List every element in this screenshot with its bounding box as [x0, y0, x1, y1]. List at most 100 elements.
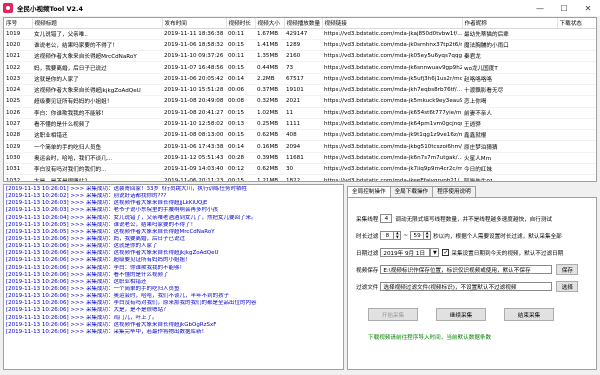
table-cell: 2019-11-10 15:51:28 [162, 84, 226, 97]
column-header[interactable]: 视频标题 [32, 18, 163, 29]
table-row[interactable]: 1025 超级要见证所有妈妈的小姐姐！ 2019-11-08 20:49:08 00:… [4, 95, 596, 108]
table-cell: 1289 [284, 39, 322, 52]
duration-max-input[interactable]: 59 [410, 231, 425, 240]
table-cell: 0.62MB [255, 163, 284, 176]
table-row[interactable]: 1031 李白没有吗对我们的我们的... 2019-11-09 14:03:40 00… [4, 163, 596, 176]
table-row[interactable]: 1019 女儿说错了，父亲唯.. 2019-11-11 18:36:38 00:11 1… [4, 28, 596, 40]
duration-max-stepper[interactable]: ▲ ▼ [424, 231, 432, 240]
table-cell: 11681 [284, 152, 322, 165]
log-line: [2019-11-13 10:26:03] >>> 采集成功：老爷子说小东院里的… [6, 207, 219, 214]
table-cell: 李白：你谁欺我我的不能够！ [32, 107, 162, 119]
table-row[interactable]: 1027 看不懂的是什么视频了 2019-11-10 12:58:02 00:13 0.… [4, 118, 596, 131]
log-line: [2019-11-13 10:26:06] >>> 采集成功：这视频作者大象来自… [6, 321, 217, 328]
select-button[interactable]: 选择 [556, 281, 579, 292]
column-header[interactable]: 作者昵称 [462, 18, 558, 29]
table-cell: https://vd3.bdstatic.com/mda-jkaj850d0tv… [322, 28, 462, 40]
table-cell [557, 129, 596, 142]
table-cell: https://vd3.bdstatic.com/mda-jkbg510tcsz… [322, 140, 462, 153]
table-cell: 1.35MB [255, 50, 284, 63]
table-cell: https://vd3.bdstatic.com/mda-jk5ufj3h6j1… [322, 73, 462, 85]
log-line: [2019-11-13 10:26:01] >>> 采集成功：送装寄回家！33岁… [6, 186, 248, 192]
table-cell [557, 28, 596, 40]
log-line: [2019-11-13 10:26:06] >>> 采集成功：李白没有吗对我们，… [6, 300, 257, 307]
table-row[interactable]: 1024 这视频作者大象来自长得超jkjkgZoAdQeU 2019-11-10 1… [4, 84, 596, 97]
table-cell: 十渡飘影看无尽 [462, 84, 557, 97]
pause-collect-button[interactable]: 继续采集 [436, 308, 486, 321]
table-cell: 00:14 [226, 140, 255, 153]
table-cell: 2160 [284, 50, 322, 63]
table-cell: 1029 [4, 140, 32, 153]
table-cell: 鑫鑫就棍 [462, 129, 557, 142]
duration-min-input[interactable]: 8 [380, 231, 395, 240]
table-cell: 00:06 [226, 84, 255, 97]
date-value: 2019年 9月 1日 [383, 250, 426, 257]
table-cell: 1022 [4, 61, 32, 74]
table-row[interactable]: 1029 一个简单的手的吃归人员鱼 2019-11-06 17:43:38 00:14… [4, 140, 596, 153]
table-cell [557, 39, 596, 52]
log-line: [2019-11-13 10:26:05] >>> 采集成功：这视频作者大象来自… [6, 228, 215, 235]
table-cell: 1030 [4, 152, 32, 165]
minimize-button[interactable]: — [528, 0, 552, 16]
table-cell: 1.02MB [255, 107, 284, 119]
duration-min-stepper[interactable]: ▲ ▼ [394, 231, 402, 240]
table-cell: https://vd3.bdstatic.com/mda-jk6n7s7m7ut… [322, 152, 462, 165]
maximize-button[interactable]: ☐ [552, 0, 576, 16]
log-line: [2019-11-13 10:26:06] >>> 采集成功：李白：你谁欺我我的… [6, 264, 186, 271]
log-line: [2019-11-13 10:26:05] >>> 采集成功：谁说老公，结果吗家… [6, 221, 197, 228]
start-collect-button[interactable]: 开始采集 [368, 308, 418, 321]
table-row[interactable]: 1021 这视频作者大象来自长得超MrcCdNaRoY 2019-11-10 09:… [4, 50, 596, 63]
table-cell: 这职业相错还 [32, 129, 162, 142]
table-cell: 00:15 [226, 61, 255, 74]
date-dropdown-icon[interactable]: ▼ [430, 248, 440, 257]
date-label: 日期过滤 [356, 250, 379, 257]
concurrency-input[interactable]: 4 [380, 214, 393, 223]
column-header[interactable]: 发布时间 [162, 18, 227, 29]
table-row[interactable]: 1023 这就是你的人家了 2019-11-06 20:05:42 00:14 2.2M… [4, 73, 596, 85]
column-header[interactable]: 视频大小 [255, 18, 285, 29]
table-cell: 女儿说错了，父亲唯.. [32, 28, 162, 40]
table-row[interactable]: 1022 妈，我要离婚，后日子已说过 2019-11-07 16:48:56 00:1… [4, 61, 596, 74]
log-line: [2019-11-13 10:26:02] >>> 采集成功：别说好话都找你的?… [6, 193, 167, 200]
column-header[interactable]: 下载状态 [557, 18, 596, 29]
table-cell: 0.44MB [255, 61, 284, 74]
table-cell: 这视频作者大象来自长得超MrcCdNaRoY [32, 50, 162, 63]
table-cell: 1031 [4, 163, 32, 176]
table-row[interactable]: 1020 谁说老公，结果吗家要的不得了！ 2019-11-06 18:58:32 00… [4, 39, 596, 52]
stop-collect-button[interactable]: 结束采集 [504, 308, 554, 321]
table-row[interactable]: 1026 李白：你谁欺我我的不能够！ 2019-11-08 20:41:27 00:1… [4, 107, 596, 119]
close-button[interactable]: ✕ [576, 0, 600, 16]
table-cell: 阿嗡先生01 [462, 174, 557, 181]
video-table[interactable]: 序号 视频标题 发布时间 视频时长 视频大小 视频播放数量 视频链接 作者昵称 下载状态 101… [3, 17, 597, 182]
log-line: [2019-11-13 10:26:06] >>> 采集成功：看不懂的是什么视频… [6, 271, 169, 278]
log-panel[interactable]: [2019-11-13 10:26:01] >>> 采集成功：送装寄回家！33岁… [3, 184, 344, 370]
save-button[interactable]: 保存 [556, 264, 579, 275]
column-header[interactable]: 序号 [4, 18, 33, 29]
table-cell: 2019-11-08 20:49:08 [162, 95, 226, 108]
filter-input[interactable]: 选择视频过滤文件(视频标识)，不设置默认不过滤视频 [380, 282, 553, 291]
column-header[interactable]: 视频播放数量 [284, 18, 323, 29]
window-title: 全民小视频Tool V2.4 [17, 5, 84, 13]
column-header[interactable]: 视频链接 [322, 18, 463, 29]
column-header[interactable]: 视频时长 [226, 18, 256, 29]
table-cell: 11 [284, 107, 322, 119]
savepath-label: 视频保存 [356, 267, 379, 274]
table-cell [557, 174, 596, 181]
log-line: [2019-11-13 10:26:06] >>> 采集成功：这职业相错还 [6, 278, 147, 285]
savepath-input[interactable]: E:\视频标识作保存位置，标识仅识视频或使用，默认不保存 [380, 265, 553, 274]
table-cell: 1021 [4, 50, 32, 63]
table-cell: 1822 [284, 174, 322, 181]
log-line: [2019-11-13 10:26:06] >>> 采集成功：采集完毕中，若最作… [6, 328, 208, 335]
duration-unit: 秒以内， [433, 233, 456, 240]
date-picker[interactable]: 2019年 9月 1日 [380, 248, 431, 257]
table-cell: 00:28 [226, 152, 255, 165]
table-row[interactable]: 1028 这职业相错还 2019-11-08 08:13:00 00:15 0.62MB… [4, 129, 596, 142]
table-cell: 00:12 [226, 163, 255, 176]
table-cell: https://vd3.bdstatic.com/mda-jkeeEfaiyqr… [322, 174, 462, 181]
duration-separator: ~ [403, 232, 409, 239]
control-panel: 采集线程 4 调动无限式填写线程数量，并不是线程越多速度越快，自行测试 时长过滤… [347, 197, 597, 370]
table-cell: https://vd3.bdstatic.com/mda-jk05ey5u6yq… [322, 50, 462, 63]
date-filter-checkbox[interactable]: ✓ [442, 249, 450, 256]
table-cell: 0.16MB [255, 140, 284, 153]
table-row[interactable]: 1032 大是，是不是很嗯站？ 2019-11-06 20:11:23 00:15 1.… [4, 174, 596, 181]
table-row[interactable]: 1030 奥运会时，哈哈，我们不谈几... 2019-11-12 05:51:43 0… [4, 152, 596, 165]
